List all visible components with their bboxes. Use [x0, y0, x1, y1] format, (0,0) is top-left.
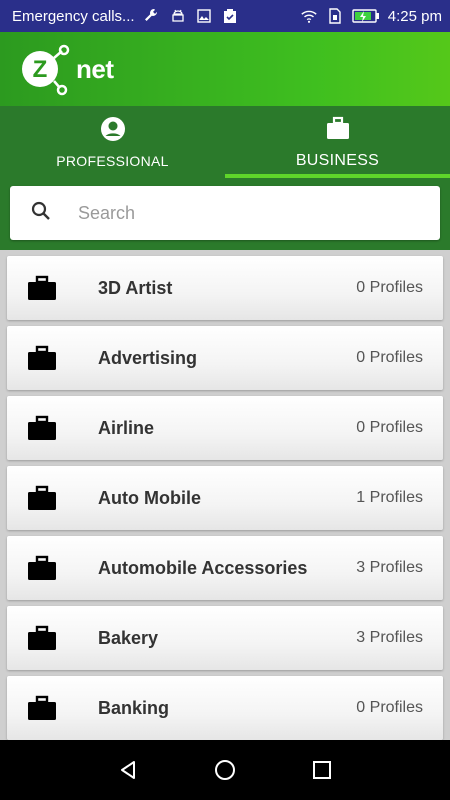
profile-count: 3 Profiles: [356, 629, 423, 646]
back-icon[interactable]: [108, 750, 148, 790]
home-icon[interactable]: [205, 750, 245, 790]
category-title: Banking: [98, 697, 170, 718]
briefcase-icon: [27, 275, 57, 301]
category-title: Advertising: [98, 347, 198, 368]
search-input[interactable]: [78, 202, 378, 224]
android-icon: [169, 7, 187, 25]
category-title: 3D Artist: [98, 277, 173, 298]
briefcase-icon: [27, 555, 57, 581]
wifi-icon: [300, 7, 318, 25]
profile-count: 0 Profiles: [356, 699, 423, 716]
category-title: Airline: [98, 417, 155, 438]
briefcase-icon: [27, 345, 57, 371]
image-icon: [195, 7, 213, 25]
status-carrier-text: Emergency calls...: [12, 7, 135, 25]
list-item[interactable]: Advertising 0 Profiles: [7, 326, 443, 390]
logo-mark: Z: [22, 44, 70, 96]
profile-count: 0 Profiles: [356, 349, 423, 366]
profile-count: 0 Profiles: [356, 279, 423, 296]
search-box[interactable]: [10, 186, 440, 240]
wrench-icon: [143, 7, 161, 25]
znet-logo: Z net: [18, 41, 114, 97]
status-bar: Emergency calls... 4:25 pm: [0, 0, 450, 32]
category-title: Auto Mobile: [98, 487, 201, 508]
briefcase-icon: [27, 625, 57, 651]
search-icon: [30, 200, 52, 227]
app-header: Z net: [0, 32, 450, 106]
sim-icon: [326, 7, 344, 25]
battery-charging-icon: [352, 7, 380, 25]
list-item[interactable]: Airline 0 Profiles: [7, 396, 443, 460]
list-item[interactable]: 3D Artist 0 Profiles: [7, 256, 443, 320]
person-icon: [100, 116, 126, 147]
list-item[interactable]: Auto Mobile 1 Profiles: [7, 466, 443, 530]
clipboard-check-icon: [221, 7, 239, 25]
briefcase-icon: [27, 695, 57, 721]
briefcase-icon: [27, 415, 57, 441]
search-bar: [0, 178, 450, 250]
profile-count: 0 Profiles: [356, 419, 423, 436]
navigation-bar: [0, 740, 450, 800]
tab-professional[interactable]: PROFESSIONAL: [0, 106, 225, 178]
logo-text: net: [76, 53, 114, 84]
tab-business-label: BUSINESS: [295, 151, 380, 169]
tab-professional-label: PROFESSIONAL: [56, 152, 169, 169]
briefcase-icon: [325, 115, 351, 146]
profile-count: 3 Profiles: [356, 559, 423, 576]
list-item[interactable]: Banking 0 Profiles: [7, 676, 443, 740]
category-title: Bakery: [98, 627, 159, 648]
tab-bar: PROFESSIONAL BUSINESS: [0, 106, 450, 178]
recents-icon[interactable]: [302, 750, 342, 790]
status-time: 4:25 pm: [387, 7, 442, 25]
category-list: 3D Artist 0 Profiles Advertising 0 Profi…: [0, 250, 450, 740]
list-item[interactable]: Automobile Accessories 3 Profiles: [7, 536, 443, 600]
logo-letter: Z: [33, 56, 48, 83]
profile-count: 1 Profiles: [356, 489, 423, 506]
tab-business[interactable]: BUSINESS: [225, 106, 450, 178]
briefcase-icon: [27, 485, 57, 511]
category-title: Automobile Accessories: [98, 557, 308, 578]
list-item[interactable]: Bakery 3 Profiles: [7, 606, 443, 670]
